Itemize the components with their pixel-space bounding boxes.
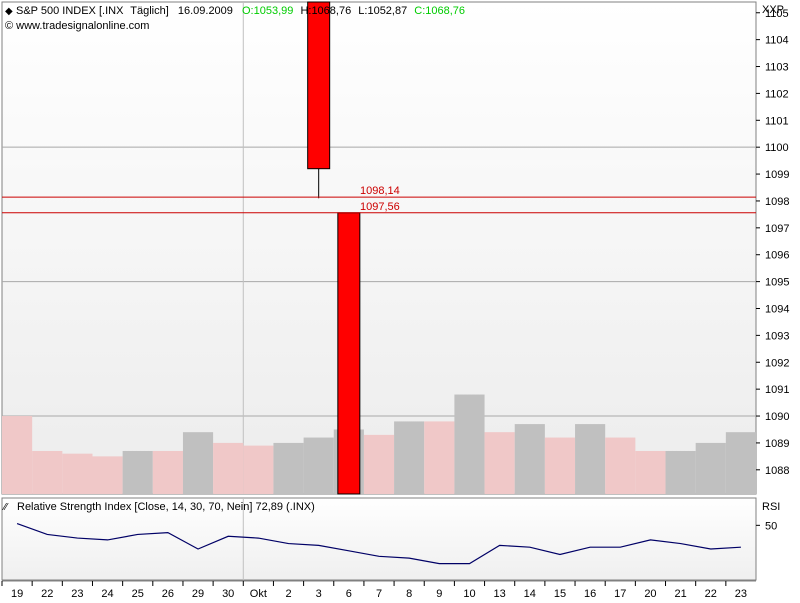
high-label: H: [300, 5, 311, 17]
date-axis: 19 22 23 24 25 26 29 30 Okt 2 3 6 7 8 9 10 13 14 15 16 17 20 2… [1, 580, 756, 600]
volume-bar [122, 450, 153, 494]
close-value: 1068,76 [425, 5, 465, 17]
x-tick-label: 26 [162, 588, 174, 600]
chart-window: 1098,14 1097,56 1088 1089 1090 1091 1092 1093 1… [0, 0, 800, 600]
volume-bar [62, 453, 93, 494]
rsi-title: Relative Strength Index [Close, 14, 30, … [17, 501, 315, 513]
rsi-axis-label: RSI [762, 501, 780, 513]
x-tick-label: 15 [554, 588, 566, 600]
price-line-label: 1097,56 [360, 201, 400, 213]
volume-bar [273, 442, 304, 494]
volume-bar [544, 437, 576, 494]
volume-bar [213, 442, 244, 494]
volume-bar [605, 437, 636, 494]
volume-bar [394, 421, 425, 494]
menu-icon[interactable]: ◆ [5, 6, 13, 17]
y-tick-label: 1096 [765, 250, 789, 262]
y-tick-label: 1097 [765, 223, 789, 235]
rsi-y-tick-label: 50 [765, 520, 777, 532]
period-label: Täglich] [130, 5, 169, 17]
price-axis: 1088 1089 1090 1091 1092 1093 1094 1095 1096 1097… [756, 8, 789, 477]
x-tick-label: 17 [614, 588, 626, 600]
y-tick-label: 1095 [765, 277, 789, 289]
volume-bar [635, 450, 666, 494]
volume-bar [575, 424, 606, 494]
close-label: C: [414, 5, 425, 17]
x-tick-label: 13 [494, 588, 506, 600]
volume-bar [2, 416, 33, 494]
x-tick-label: 6 [346, 588, 352, 600]
y-tick-label: 1101 [765, 115, 789, 127]
y-tick-label: 1104 [765, 35, 789, 47]
volume-bar [182, 432, 214, 494]
open-value: 1053,99 [254, 5, 294, 17]
y-tick-label: 1099 [765, 169, 789, 181]
x-tick-label: 23 [735, 588, 747, 600]
low-label: L: [358, 5, 367, 17]
x-tick-label: 19 [11, 588, 23, 600]
y-tick-label: 1088 [765, 465, 789, 477]
x-tick-label: 8 [406, 588, 412, 600]
volume-bar [363, 434, 395, 494]
x-tick-label: 22 [705, 588, 717, 600]
candle-body [307, 1, 331, 170]
low-value: 1052,87 [367, 5, 407, 17]
y-tick-label: 1102 [765, 88, 789, 100]
x-tick-label: 29 [192, 588, 204, 600]
price-line-label: 1098,14 [360, 185, 400, 197]
x-tick-label: 2 [285, 588, 291, 600]
y-tick-label: 1098 [765, 196, 789, 208]
volume-bar [243, 445, 274, 494]
y-tick-label: 1091 [765, 384, 789, 396]
volume-bar [454, 394, 485, 494]
y-tick-label: 1090 [765, 411, 789, 423]
high-value: 1068,76 [311, 5, 351, 17]
volume-bar [424, 421, 455, 494]
volume-bar [484, 432, 515, 494]
x-tick-label: 14 [524, 588, 536, 600]
volume-bar [92, 456, 123, 494]
candle-body [337, 212, 361, 495]
exchange-label: XXP [762, 4, 784, 16]
volume-bar [665, 450, 696, 494]
x-tick-label: 24 [101, 588, 113, 600]
x-tick-label: 21 [674, 588, 686, 600]
date-label: 16.09.2009 [178, 5, 233, 17]
x-tick-label: 30 [222, 588, 234, 600]
volume-bar [32, 450, 63, 494]
x-tick-label: 22 [41, 588, 53, 600]
x-tick-label: 25 [132, 588, 144, 600]
main-panel-bg [1, 1, 757, 495]
y-tick-label: 1092 [765, 357, 789, 369]
y-tick-label: 1103 [765, 62, 789, 74]
source-label: © www.tradesignalonline.com [5, 20, 149, 32]
x-tick-label: 16 [584, 588, 596, 600]
x-tick-label: 7 [376, 588, 382, 600]
symbol-label: S&P 500 INDEX [.INX [16, 5, 124, 17]
volume-bar [303, 437, 334, 494]
volume-bar [152, 450, 183, 494]
volume-bar [695, 442, 726, 494]
y-tick-label: 1100 [765, 142, 789, 154]
x-tick-label: Okt [250, 588, 267, 600]
x-tick-label: 20 [644, 588, 656, 600]
x-tick-label: 10 [463, 588, 475, 600]
x-tick-label: 23 [71, 588, 83, 600]
chart-svg[interactable]: 1098,141097,56 1088108910901091109210931… [0, 0, 800, 600]
y-tick-label: 1094 [765, 303, 789, 315]
x-tick-label: 3 [316, 588, 322, 600]
open-label: O: [242, 5, 254, 17]
x-tick-label: 9 [436, 588, 442, 600]
y-tick-label: 1093 [765, 330, 789, 342]
volume-bar [514, 424, 545, 494]
volume-bar [725, 432, 756, 494]
y-tick-label: 1089 [765, 438, 789, 450]
